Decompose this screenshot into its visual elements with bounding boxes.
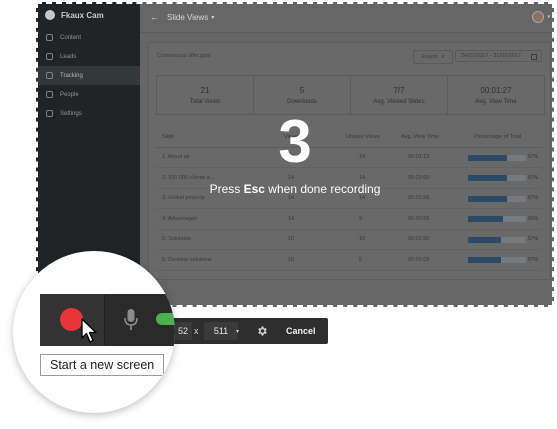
percentage-bar-fill: [468, 257, 502, 263]
sidebar-item-content[interactable]: Content: [36, 28, 140, 47]
percentage-bar-fill: [468, 175, 507, 181]
cancel-button[interactable]: Cancel: [286, 318, 316, 344]
tracking-icon: [46, 72, 53, 79]
recording-hint: Press Esc when done recording: [36, 182, 554, 196]
sidebar-item-label: Leads: [60, 53, 77, 60]
sidebar-item-people[interactable]: People: [36, 85, 140, 104]
app-logo-icon: [45, 10, 55, 20]
date-range-value: 24/07/2017 - 31/07/2017: [461, 53, 521, 59]
export-button[interactable]: Export ▾: [413, 50, 453, 64]
people-icon: [46, 91, 53, 98]
cell-avg: 00:00:55: [408, 215, 430, 222]
calendar-icon: [531, 54, 537, 60]
sidebar-item-label: People: [60, 91, 79, 98]
width-input[interactable]: 52: [174, 322, 192, 340]
countdown-number: 3: [278, 108, 312, 175]
cell-avg: 00:02:50: [408, 236, 430, 243]
mouse-cursor-icon: [81, 318, 97, 343]
record-button[interactable]: [60, 308, 83, 331]
microphone-icon[interactable]: [124, 308, 138, 332]
gear-icon[interactable]: [256, 325, 268, 337]
table-row[interactable]: 4. Advantages 14 9 00:00:55 60%: [156, 209, 543, 230]
title-dropdown-icon[interactable]: ▾: [211, 14, 214, 21]
cell-avg: 00:01:09: [408, 256, 430, 263]
app-name: Fkaux Cam: [61, 10, 104, 20]
page-header: ← Slide Views ▾ ▾: [140, 2, 554, 33]
hint-prefix: Press: [209, 182, 244, 196]
cell-unique: 9: [359, 215, 363, 222]
sidebar-item-tracking[interactable]: Tracking: [36, 66, 140, 85]
cell-views: 10: [288, 236, 295, 243]
cell-slide: 5. Solutions: [162, 236, 191, 243]
percentage-bar-fill: [468, 236, 502, 243]
avatar[interactable]: [532, 11, 544, 23]
stat-avg-viewed-slides: 7/7 Avg. Viewed Slides: [351, 76, 448, 114]
export-caret-icon: ▾: [441, 54, 445, 60]
percentage-bar: [468, 216, 526, 222]
page-title[interactable]: Slide Views: [167, 13, 208, 22]
height-input[interactable]: 511: [204, 322, 238, 340]
zoomed-toolbar: [40, 294, 175, 346]
percentage-bar: [468, 175, 526, 181]
microphone-toggle[interactable]: [156, 313, 175, 325]
stat-avg-view-time: 00:01:27 Avg. View Time: [448, 76, 544, 114]
stat-label: Total Views: [189, 98, 221, 105]
percentage-bar: [468, 257, 526, 263]
cell-slide: 4. Advantages: [162, 215, 197, 222]
stat-value: 5: [299, 85, 305, 95]
dimension-separator: x: [194, 326, 199, 336]
date-range-picker[interactable]: 24/07/2017 - 31/07/2017: [455, 50, 542, 62]
sidebar-item-label: Content: [60, 34, 82, 41]
cell-percentage: 57%: [528, 256, 539, 263]
stat-label: Downloads: [287, 98, 317, 105]
hint-suffix: when done recording: [264, 182, 381, 196]
leads-icon: [46, 53, 53, 60]
stat-label: Avg. Viewed Slides: [373, 98, 425, 105]
sidebar-item-leads[interactable]: Leads: [36, 47, 140, 66]
cell-percentage: 60%: [528, 215, 539, 222]
stats-panel: 21 Total Views 5 Downloads 7/7 Avg. View…: [156, 75, 545, 115]
record-tooltip: Start a new screen: [40, 354, 164, 376]
size-dropdown-icon[interactable]: ▾: [236, 318, 239, 344]
cell-unique: 10: [359, 236, 366, 243]
cell-slide: 6. Desktop solutions: [162, 256, 212, 263]
cell-unique: 5: [359, 256, 363, 263]
stat-value: 00:01:27: [480, 85, 512, 95]
export-label: Export: [421, 54, 438, 60]
percentage-bar: [468, 236, 526, 243]
stat-value: 7/7: [393, 85, 405, 95]
cell-views: 14: [288, 215, 295, 222]
hint-key: Esc: [243, 182, 265, 196]
content-icon: [46, 34, 53, 41]
table-row[interactable]: 5. Solutions 10 10 00:02:50 57%: [156, 230, 543, 250]
table-row[interactable]: 6. Desktop solutions 10 5 00:01:09 57%: [156, 250, 543, 271]
percentage-bar-fill: [468, 195, 507, 202]
percentage-bar: [468, 195, 526, 202]
app-brand: Fkaux Cam: [36, 2, 140, 28]
stat-label: Avg. View Time: [475, 98, 517, 105]
stat-value: 21: [200, 85, 210, 95]
zoom-callout: Start a new screen: [13, 251, 175, 413]
cell-views: 10: [288, 256, 295, 263]
file-name: Commercial offer.pptx: [157, 53, 211, 59]
record-segment: [40, 294, 105, 346]
cell-percentage: 57%: [528, 236, 539, 243]
percentage-bar-fill: [468, 216, 503, 222]
stat-total-views: 21 Total Views: [157, 76, 254, 114]
user-menu-caret-icon[interactable]: ▾: [547, 14, 550, 20]
sidebar-item-label: Tracking: [60, 72, 83, 79]
back-arrow-icon[interactable]: ←: [150, 12, 159, 22]
